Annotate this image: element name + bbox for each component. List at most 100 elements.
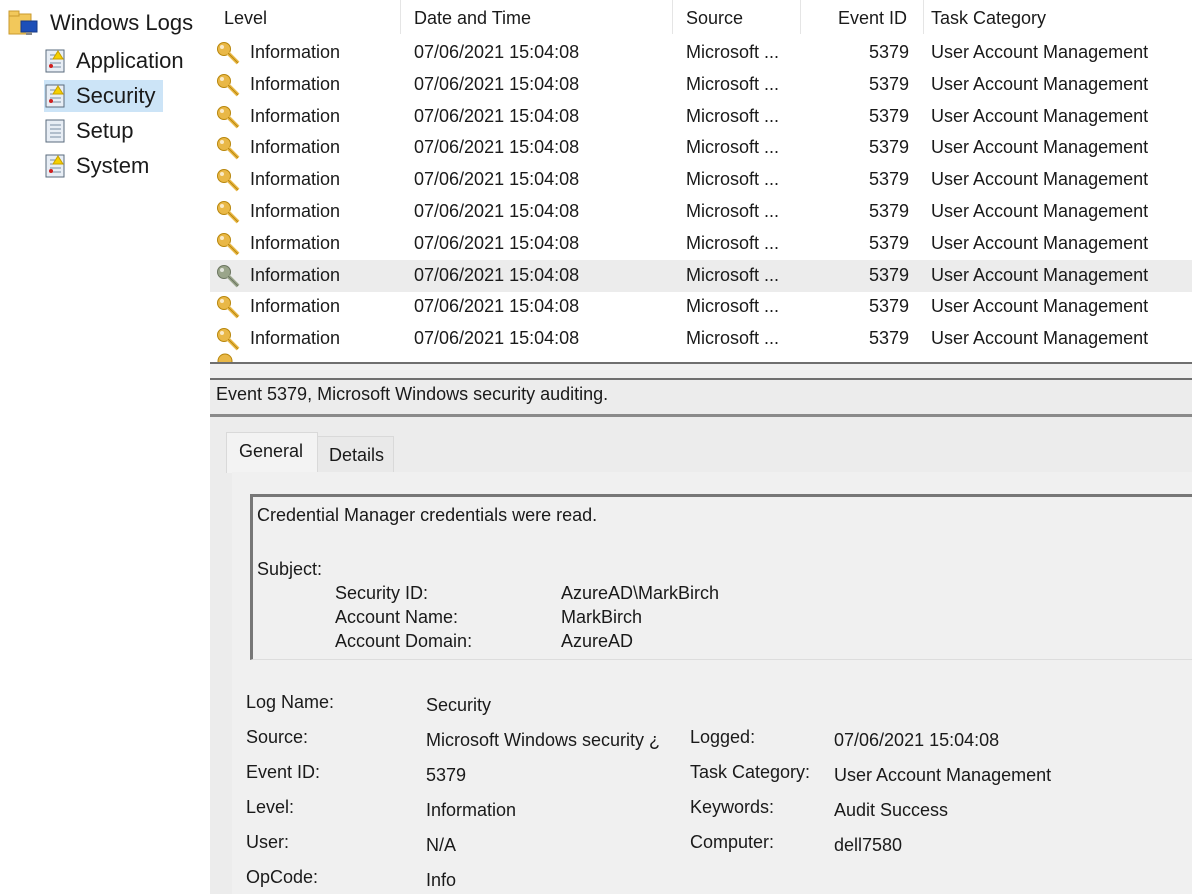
key-icon bbox=[217, 264, 240, 288]
table-row[interactable]: Information 07/06/2021 15:04:08 Microsof… bbox=[210, 69, 1192, 101]
field-label: User: bbox=[246, 832, 290, 852]
cell-date-time: 07/06/2021 15:04:08 bbox=[414, 296, 580, 317]
cell-source: Microsoft ... bbox=[686, 42, 780, 62]
field-value[interactable]: dell7580 bbox=[834, 835, 902, 856]
general-tab-panel: Credential Manager credentials were read… bbox=[232, 472, 1192, 894]
field-value[interactable]: User Account Management bbox=[834, 765, 1051, 786]
cell-date-time: 07/06/2021 15:04:08 bbox=[414, 328, 580, 349]
table-row[interactable]: Information 07/06/2021 15:04:08 Microsof… bbox=[210, 323, 1192, 355]
tab-details[interactable]: Details bbox=[316, 436, 394, 473]
cell-task-category: User Account Management bbox=[931, 264, 1149, 285]
tree-item-label: Setup bbox=[76, 118, 134, 143]
tree-item-system[interactable]: System bbox=[44, 150, 157, 182]
table-row[interactable]: Information 07/06/2021 15:04:08 Microsof… bbox=[210, 132, 1192, 164]
column-header-source[interactable]: Source bbox=[686, 8, 743, 29]
event-log-icon bbox=[45, 84, 65, 108]
key-icon bbox=[217, 296, 240, 319]
subject-label: Subject: bbox=[257, 559, 323, 579]
tab-general[interactable]: General bbox=[226, 432, 318, 473]
windows-logs-folder-icon bbox=[8, 10, 38, 35]
tree-item-security[interactable]: Security bbox=[44, 80, 164, 112]
cell-level: Information bbox=[250, 169, 341, 190]
cell-source: Microsoft ... bbox=[686, 264, 780, 285]
cell-event-id: 5379 bbox=[868, 42, 909, 62]
column-header-task-category[interactable]: Task Category bbox=[931, 8, 1046, 29]
key-icon bbox=[217, 105, 240, 129]
cell-source: Microsoft ... bbox=[686, 105, 780, 126]
key-icon bbox=[217, 169, 240, 192]
cell-event-id: 5379 bbox=[868, 232, 909, 253]
cell-level: Information bbox=[250, 73, 341, 94]
field-label: Source: bbox=[246, 727, 309, 747]
table-row[interactable]: Information 07/06/2021 15:04:08 Microsof… bbox=[210, 37, 1192, 69]
divider bbox=[210, 414, 1192, 417]
cell-task-category: User Account Management bbox=[931, 42, 1149, 62]
key-icon bbox=[217, 328, 240, 351]
table-row[interactable]: Information 07/06/2021 15:04:08 Microsof… bbox=[210, 196, 1192, 228]
tree-item-application[interactable]: Application bbox=[44, 45, 192, 77]
table-row[interactable]: Information 07/06/2021 15:04:08 Microsof… bbox=[210, 291, 1192, 323]
table-row[interactable]: Information 07/06/2021 15:04:08 Microsof… bbox=[210, 101, 1192, 133]
key-icon bbox=[217, 42, 240, 65]
column-divider[interactable] bbox=[672, 0, 673, 34]
cell-date-time: 07/06/2021 15:04:08 bbox=[414, 73, 580, 94]
cell-date-time: 07/06/2021 15:04:08 bbox=[414, 137, 580, 158]
cell-source: Microsoft ... bbox=[686, 296, 780, 317]
field-value[interactable]: Audit Success bbox=[834, 800, 948, 821]
cell-event-id: 5379 bbox=[868, 296, 909, 317]
column-header-level[interactable]: Level bbox=[224, 8, 267, 29]
field-value[interactable]: Microsoft Windows security ¿ bbox=[426, 730, 660, 751]
field-value[interactable]: Information bbox=[426, 800, 516, 821]
column-divider[interactable] bbox=[923, 0, 924, 34]
cell-source: Microsoft ... bbox=[686, 169, 780, 190]
cell-level: Information bbox=[250, 137, 341, 158]
cell-source: Microsoft ... bbox=[686, 137, 780, 158]
cell-date-time: 07/06/2021 15:04:08 bbox=[414, 201, 580, 221]
message-headline: Credential Manager credentials were read… bbox=[257, 505, 598, 525]
cell-task-category: User Account Management bbox=[931, 296, 1149, 317]
column-header-event-id[interactable]: Event ID bbox=[838, 8, 907, 29]
cell-source: Microsoft ... bbox=[686, 73, 780, 94]
key-icon bbox=[217, 137, 240, 160]
tree-item-setup[interactable]: Setup bbox=[44, 115, 142, 147]
key-icon bbox=[217, 201, 240, 224]
field-value[interactable]: 07/06/2021 15:04:08 bbox=[834, 730, 999, 751]
cell-task-category: User Account Management bbox=[931, 201, 1149, 221]
column-divider[interactable] bbox=[400, 0, 401, 34]
cell-level: Information bbox=[250, 201, 341, 221]
field-label: Task Category: bbox=[690, 762, 811, 782]
event-detail-pane: Event 5379, Microsoft Windows security a… bbox=[210, 380, 1192, 894]
table-row[interactable]: Information 07/06/2021 15:04:08 Microsof… bbox=[210, 259, 1192, 292]
tree-node-windows-logs[interactable]: Windows Logs bbox=[8, 8, 193, 38]
event-log-icon bbox=[45, 154, 65, 178]
account-domain-value: AzureAD bbox=[561, 631, 634, 651]
key-icon bbox=[217, 73, 240, 97]
tree-item-label: Application bbox=[76, 48, 184, 73]
table-row[interactable]: Information 07/06/2021 15:04:08 Microsof… bbox=[210, 228, 1192, 260]
pane-splitter[interactable] bbox=[210, 362, 1192, 380]
table-row[interactable]: Information 07/06/2021 15:04:08 Microsof… bbox=[210, 164, 1192, 196]
cell-source: Microsoft ... bbox=[686, 232, 780, 253]
cell-task-category: User Account Management bbox=[931, 73, 1149, 94]
event-message-box[interactable]: Credential Manager credentials were read… bbox=[250, 494, 1192, 660]
cell-task-category: User Account Management bbox=[931, 169, 1149, 190]
security-id-label: Security ID: bbox=[335, 583, 429, 603]
cell-event-id: 5379 bbox=[868, 328, 909, 349]
column-header-date[interactable]: Date and Time bbox=[414, 8, 531, 29]
grid-header: Level Date and Time Source Event ID Task… bbox=[210, 0, 1192, 36]
cell-level: Information bbox=[250, 105, 341, 126]
field-value[interactable]: 5379 bbox=[426, 765, 466, 786]
cell-level: Information bbox=[250, 328, 341, 349]
field-value[interactable]: N/A bbox=[426, 835, 456, 856]
field-value[interactable]: Security bbox=[426, 695, 491, 716]
cell-date-time: 07/06/2021 15:04:08 bbox=[414, 105, 580, 126]
column-divider[interactable] bbox=[800, 0, 801, 34]
field-value[interactable]: Info bbox=[426, 870, 456, 891]
field-label: Log Name: bbox=[246, 692, 335, 712]
cell-event-id: 5379 bbox=[868, 264, 909, 285]
cell-event-id: 5379 bbox=[868, 137, 909, 158]
account-name-value: MarkBirch bbox=[561, 607, 643, 627]
tree-item-label: Security bbox=[76, 83, 156, 108]
events-grid: Level Date and Time Source Event ID Task… bbox=[210, 0, 1192, 362]
cell-level: Information bbox=[250, 232, 341, 253]
